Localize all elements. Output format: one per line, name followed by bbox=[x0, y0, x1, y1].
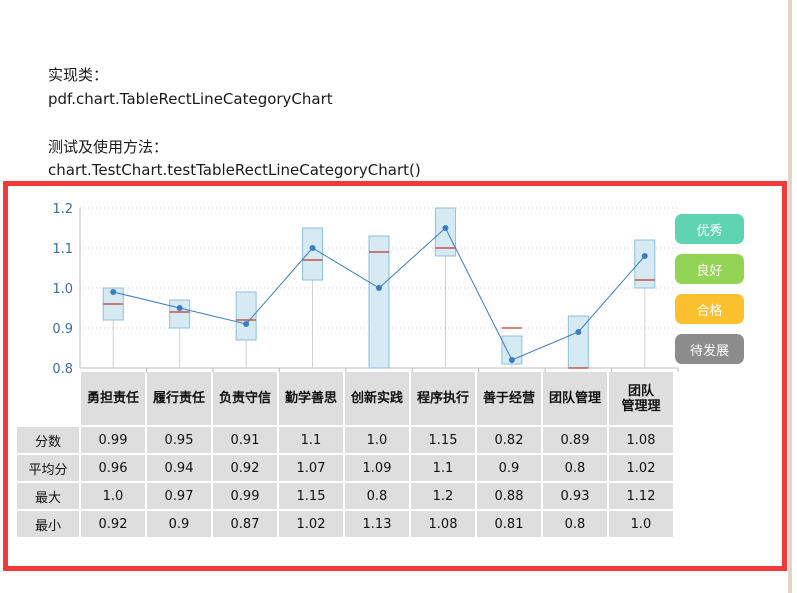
table-header: 团队管理 bbox=[543, 372, 607, 425]
table-cell: 0.8 bbox=[543, 511, 607, 537]
table-row: 最小 0.92 0.9 0.87 1.02 1.13 1.08 0.81 0.8 1.0 bbox=[17, 511, 673, 537]
table-row: 分数 0.99 0.95 0.91 1.1 1.0 1.15 0.82 0.89 1.08 bbox=[17, 427, 673, 453]
y-tick-label: 1.2 bbox=[52, 202, 73, 217]
table-row-label: 分数 bbox=[17, 427, 79, 453]
range-box bbox=[302, 227, 324, 281]
table-cell: 0.91 bbox=[213, 427, 277, 453]
table-cell: 0.96 bbox=[81, 455, 145, 481]
table-cell: 0.94 bbox=[147, 455, 211, 481]
score-point bbox=[110, 289, 117, 295]
table-cell: 1.0 bbox=[345, 427, 409, 453]
table-cell: 0.81 bbox=[477, 511, 541, 537]
table-header: 勤学善思 bbox=[279, 372, 343, 425]
table-cell: 0.9 bbox=[147, 511, 211, 537]
table-header: 程序执行 bbox=[411, 372, 475, 425]
table-cell: 0.87 bbox=[213, 511, 277, 537]
table-cell: 1.02 bbox=[609, 455, 673, 481]
table-cell: 1.12 bbox=[609, 483, 673, 509]
table-cell: 1.13 bbox=[345, 511, 409, 537]
table-row-label: 最小 bbox=[17, 511, 79, 537]
table-cell: 1.08 bbox=[609, 427, 673, 453]
table-cell: 1.15 bbox=[411, 427, 475, 453]
legend-pass-button[interactable]: 合格 bbox=[675, 294, 744, 324]
table-cell: 1.07 bbox=[279, 455, 343, 481]
score-point bbox=[575, 329, 582, 335]
table-header: 创新实践 bbox=[345, 372, 409, 425]
table-cell: 0.93 bbox=[543, 483, 607, 509]
table-row: 最大 1.0 0.97 0.99 1.15 0.8 1.2 0.88 0.93 1.12 bbox=[17, 483, 673, 509]
legend-good-button[interactable]: 良好 bbox=[675, 254, 744, 284]
table-header: 团队 管理理 bbox=[609, 372, 673, 425]
data-table: 勇担责任 履行责任 负责守信 勤学善思 创新实践 程序执行 善于经营 团队管理 … bbox=[15, 370, 675, 539]
table-header: 善于经营 bbox=[477, 372, 541, 425]
table-corner bbox=[17, 372, 79, 425]
table-cell: 0.88 bbox=[477, 483, 541, 509]
y-tick-label: 1.1 bbox=[52, 242, 73, 257]
table-cell: 0.8 bbox=[345, 483, 409, 509]
score-point bbox=[243, 321, 250, 327]
legend-develop-button[interactable]: 待发展 bbox=[675, 334, 744, 364]
table-cell: 1.0 bbox=[609, 511, 673, 537]
table-cell: 0.82 bbox=[477, 427, 541, 453]
legend-excellent-button[interactable]: 优秀 bbox=[675, 214, 744, 244]
table-cell: 0.99 bbox=[81, 427, 145, 453]
range-box bbox=[368, 235, 390, 369]
range-box bbox=[169, 299, 191, 329]
table-cell: 1.09 bbox=[345, 455, 409, 481]
table-header: 履行责任 bbox=[147, 372, 211, 425]
table-cell: 1.15 bbox=[279, 483, 343, 509]
table-cell: 1.02 bbox=[279, 511, 343, 537]
score-point bbox=[309, 245, 316, 251]
table-cell: 0.9 bbox=[477, 455, 541, 481]
y-tick-label: 1.0 bbox=[52, 282, 73, 297]
table-cell: 1.0 bbox=[81, 483, 145, 509]
score-point bbox=[641, 253, 648, 259]
table-cell: 1.1 bbox=[411, 455, 475, 481]
table-cell: 0.99 bbox=[213, 483, 277, 509]
table-cell: 0.89 bbox=[543, 427, 607, 453]
score-point bbox=[176, 305, 183, 311]
table-row-label: 最大 bbox=[17, 483, 79, 509]
range-box bbox=[434, 207, 456, 257]
table-header: 勇担责任 bbox=[81, 372, 145, 425]
table-header-row: 勇担责任 履行责任 负责守信 勤学善思 创新实践 程序执行 善于经营 团队管理 … bbox=[17, 372, 673, 425]
table-header: 负责守信 bbox=[213, 372, 277, 425]
table-cell: 1.08 bbox=[411, 511, 475, 537]
table-cell: 1.2 bbox=[411, 483, 475, 509]
table-cell: 0.97 bbox=[147, 483, 211, 509]
score-point bbox=[508, 357, 515, 363]
table-row: 平均分 0.96 0.94 0.92 1.07 1.09 1.1 0.9 0.8 1.02 bbox=[17, 455, 673, 481]
table-cell: 0.92 bbox=[81, 511, 145, 537]
table-cell: 0.95 bbox=[147, 427, 211, 453]
table-cell: 0.8 bbox=[543, 455, 607, 481]
table-cell: 0.92 bbox=[213, 455, 277, 481]
table-cell: 1.1 bbox=[279, 427, 343, 453]
score-point bbox=[376, 285, 382, 291]
score-point bbox=[442, 225, 449, 231]
y-tick-label: 0.9 bbox=[52, 322, 73, 337]
table-row-label: 平均分 bbox=[17, 455, 79, 481]
